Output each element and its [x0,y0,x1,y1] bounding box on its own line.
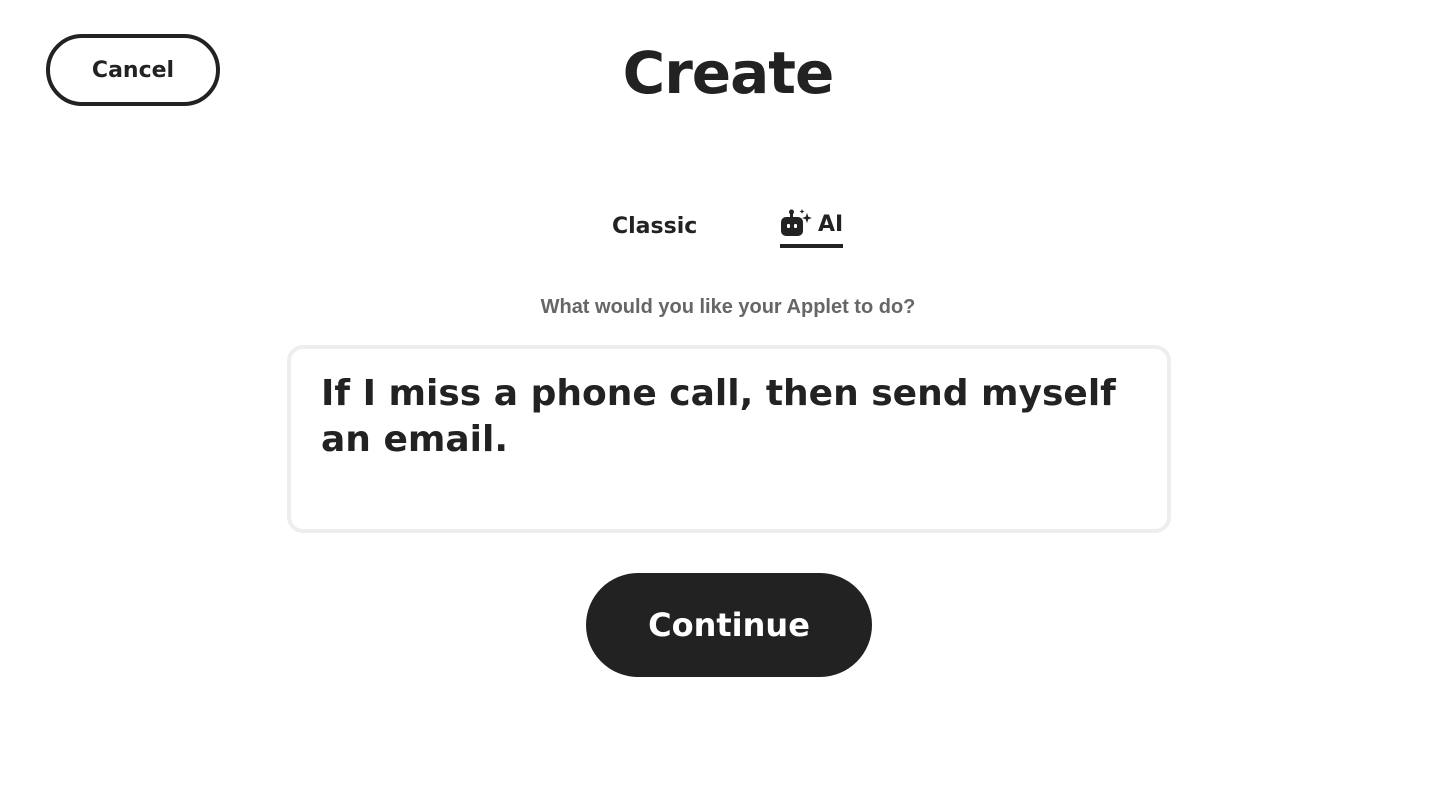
prompt-input-text: If I miss a phone call, then send myself… [321,373,1116,460]
tab-classic[interactable]: Classic [612,204,697,248]
mode-tabs: Classic AI [0,204,1456,252]
prompt-input[interactable]: If I miss a phone call, then send myself… [287,345,1171,533]
continue-button[interactable]: Continue [586,573,872,677]
tab-ai-label: AI [818,211,844,237]
continue-button-label: Continue [648,606,810,644]
prompt-label: What would you like your Applet to do? [540,296,916,318]
tab-classic-label: Classic [612,213,698,239]
page-title: Create [622,39,835,107]
robot-sparkle-icon [780,209,814,239]
tab-ai[interactable]: AI [780,204,844,248]
